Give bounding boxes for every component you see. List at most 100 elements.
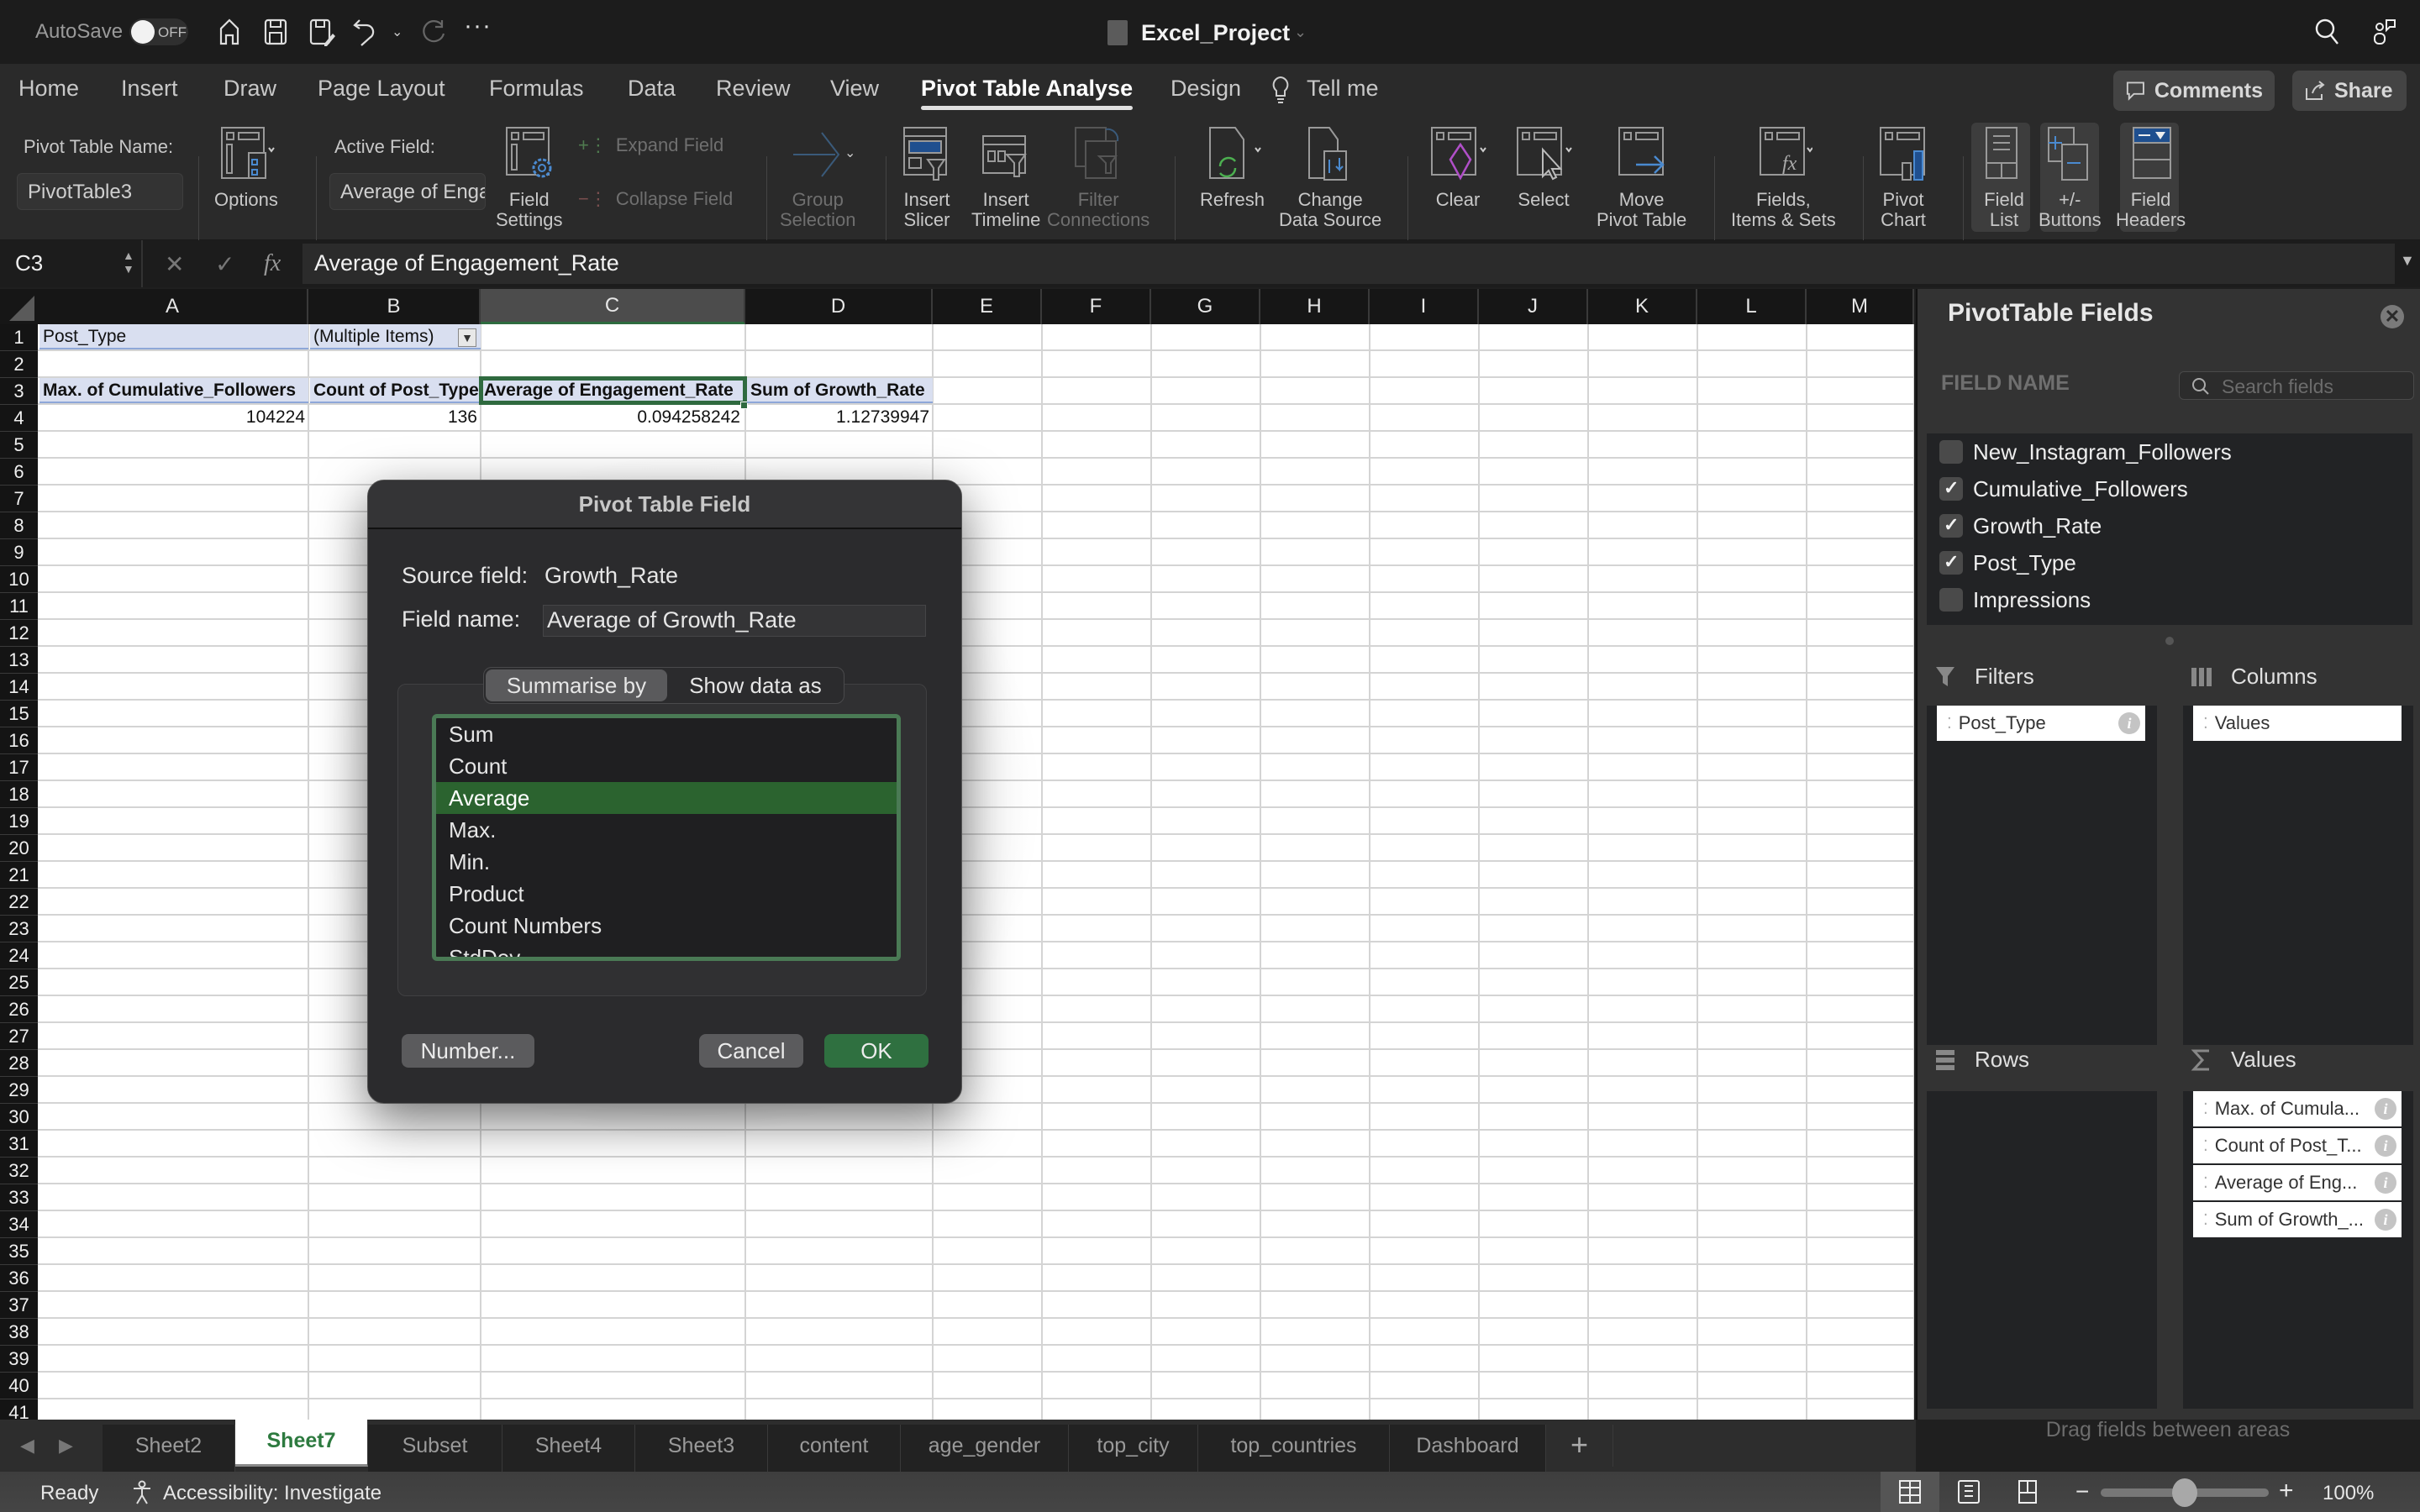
tab-data[interactable]: Data: [628, 76, 676, 102]
zoom-slider-knob[interactable]: [2172, 1478, 2197, 1507]
row-header-41[interactable]: 41: [0, 1399, 38, 1420]
row-header-33[interactable]: 33: [0, 1184, 38, 1211]
column-header-G[interactable]: G: [1151, 289, 1260, 324]
fields-items-sets-button[interactable]: fx Fields, Items & Sets: [1731, 126, 1836, 230]
field-list-button[interactable]: Field List: [1975, 126, 2033, 230]
change-data-source-button[interactable]: Change Data Source: [1279, 126, 1381, 230]
row-header-34[interactable]: 34: [0, 1211, 38, 1238]
page-break-view-button[interactable]: [1998, 1472, 2057, 1512]
drag-grip-icon[interactable]: ⁚: [2203, 1100, 2208, 1118]
ok-button[interactable]: OK: [824, 1034, 929, 1068]
tab-draw[interactable]: Draw: [224, 76, 276, 102]
row-header-31[interactable]: 31: [0, 1131, 38, 1158]
tab-insert[interactable]: Insert: [121, 76, 178, 102]
columns-area[interactable]: ⁚ Values: [2183, 706, 2413, 1045]
sheet-tab-top-city[interactable]: top_city: [1069, 1425, 1198, 1472]
row-header-10[interactable]: 10: [0, 566, 38, 593]
row-header-24[interactable]: 24: [0, 942, 38, 969]
drag-grip-icon[interactable]: ⁚: [2203, 1137, 2208, 1155]
undo-icon[interactable]: [351, 17, 381, 47]
cancel-button[interactable]: Cancel: [699, 1034, 803, 1068]
cell-B1[interactable]: (Multiple Items): [310, 324, 481, 349]
share-people-icon[interactable]: [2370, 17, 2400, 47]
resize-handle[interactable]: [2165, 637, 2174, 645]
function-option[interactable]: Sum: [436, 718, 897, 750]
plus-minus-buttons-button[interactable]: +/- Buttons: [2039, 126, 2102, 230]
info-icon[interactable]: i: [2375, 1172, 2396, 1194]
zoom-slider[interactable]: [2101, 1478, 2269, 1507]
drag-grip-icon[interactable]: ⁚: [1947, 715, 1952, 732]
field-item[interactable]: Impressions: [1939, 581, 2091, 618]
row-header-30[interactable]: 30: [0, 1104, 38, 1131]
sheet-tab-dashboard[interactable]: Dashboard: [1390, 1425, 1546, 1472]
info-icon[interactable]: i: [2375, 1135, 2396, 1157]
chevron-down-icon[interactable]: ⌄: [844, 144, 855, 161]
field-item[interactable]: New_Instagram_Followers: [1939, 433, 2232, 470]
cell-C3[interactable]: Average of Engagement_Rate: [479, 376, 747, 405]
select-all-corner[interactable]: [0, 289, 38, 324]
field-headers-button[interactable]: Field Headers: [2116, 126, 2186, 230]
field-item[interactable]: Post_Type: [1939, 544, 2076, 581]
more-icon[interactable]: ···: [464, 12, 492, 40]
row-header-18[interactable]: 18: [0, 781, 38, 808]
select-button[interactable]: Select: [1514, 126, 1573, 210]
row-header-22[interactable]: 22: [0, 889, 38, 916]
close-icon[interactable]: ✕: [2381, 305, 2404, 328]
row-header-8[interactable]: 8: [0, 512, 38, 539]
tab-pivot-table-analyse[interactable]: Pivot Table Analyse: [921, 76, 1133, 102]
row-header-20[interactable]: 20: [0, 835, 38, 862]
column-header-J[interactable]: J: [1479, 289, 1588, 324]
row-header-17[interactable]: 17: [0, 754, 38, 781]
field-item[interactable]: Cumulative_Followers: [1939, 470, 2188, 507]
row-header-36[interactable]: 36: [0, 1265, 38, 1292]
document-title[interactable]: Excel_Project: [1141, 20, 1290, 46]
row-header-27[interactable]: 27: [0, 1023, 38, 1050]
values-area[interactable]: ⁚ Max. of Cumula... i ⁚ Count of Post_T... i ⁚…: [2183, 1091, 2413, 1409]
name-box[interactable]: C3 ▲ ▼: [0, 240, 143, 287]
undo-dropdown-icon[interactable]: ⌄: [392, 24, 402, 40]
row-header-6[interactable]: 6: [0, 459, 38, 486]
cell-A1[interactable]: Post_Type: [39, 324, 308, 349]
tab-design[interactable]: Design: [1171, 76, 1241, 102]
summary-function-list[interactable]: Sum Count Average Max. Min. Product Count Numb…: [432, 714, 901, 961]
active-field-input[interactable]: Average of Engagement_Rate: [329, 173, 486, 210]
value-chip[interactable]: ⁚ Sum of Growth_... i: [2193, 1202, 2402, 1237]
zoom-in-button[interactable]: +: [2279, 1477, 2294, 1505]
cell-B4[interactable]: 136: [310, 405, 481, 430]
tell-me[interactable]: Tell me: [1307, 76, 1379, 102]
accessibility-status[interactable]: Accessibility: Investigate: [163, 1482, 381, 1505]
tab-page-layout[interactable]: Page Layout: [318, 76, 445, 102]
field-item[interactable]: Growth_Rate: [1939, 507, 2102, 544]
row-header-7[interactable]: 7: [0, 486, 38, 512]
function-option[interactable]: StdDev: [436, 942, 897, 957]
formula-cancel-icon[interactable]: ✕: [165, 250, 184, 278]
column-header-I[interactable]: I: [1370, 289, 1479, 324]
number-format-button[interactable]: Number...: [402, 1034, 534, 1068]
search-fields-input[interactable]: Search fields: [2179, 371, 2414, 400]
column-header-L[interactable]: L: [1697, 289, 1807, 324]
tab-home[interactable]: Home: [18, 76, 79, 102]
cell-C4[interactable]: 0.094258242: [482, 405, 744, 430]
column-header-F[interactable]: F: [1042, 289, 1151, 324]
column-header-E[interactable]: E: [933, 289, 1042, 324]
row-header-9[interactable]: 9: [0, 539, 38, 566]
row-header-39[interactable]: 39: [0, 1346, 38, 1373]
field-checkbox[interactable]: [1939, 551, 1963, 575]
sheet-tab-sheet4[interactable]: Sheet4: [502, 1425, 635, 1472]
zoom-level[interactable]: 100%: [2323, 1482, 2374, 1505]
row-header-21[interactable]: 21: [0, 862, 38, 889]
normal-view-button[interactable]: [1881, 1472, 1939, 1512]
prev-sheet-icon[interactable]: ◀: [20, 1435, 34, 1457]
column-chip-values[interactable]: ⁚ Values: [2193, 706, 2402, 741]
filters-area[interactable]: ⁚ Post_Type i: [1927, 706, 2157, 1045]
next-sheet-icon[interactable]: ▶: [59, 1435, 73, 1457]
row-header-29[interactable]: 29: [0, 1077, 38, 1104]
sheet-tab-sheet3[interactable]: Sheet3: [635, 1425, 768, 1472]
row-header-23[interactable]: 23: [0, 916, 38, 942]
formula-input[interactable]: Average of Engagement_Rate: [302, 244, 2395, 284]
tab-view[interactable]: View: [830, 76, 879, 102]
info-icon[interactable]: i: [2375, 1209, 2396, 1231]
row-header-4[interactable]: 4: [0, 405, 38, 432]
cell-B3[interactable]: Count of Post_Type: [310, 378, 481, 403]
field-settings-button[interactable]: Field Settings: [496, 126, 563, 230]
